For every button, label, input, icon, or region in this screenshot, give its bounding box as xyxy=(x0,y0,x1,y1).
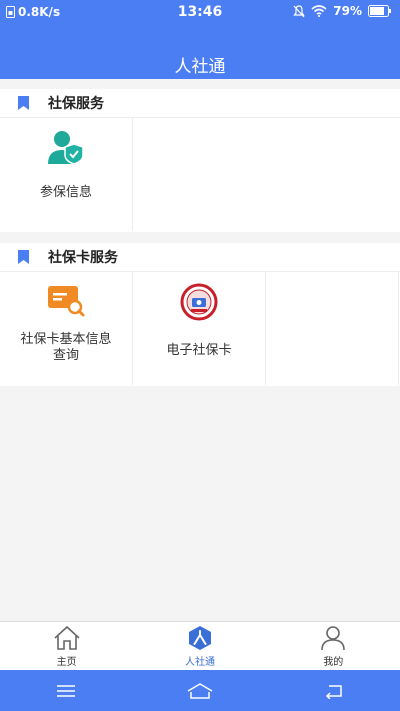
menu-icon[interactable] xyxy=(55,683,77,699)
card-search-icon xyxy=(48,286,85,317)
bottom-tab-bar: 主页 人社通 我的 xyxy=(0,621,400,670)
wifi-icon xyxy=(311,5,327,17)
people-hex-icon xyxy=(188,626,211,650)
grid-item-insurance-info[interactable]: 参保信息 xyxy=(0,118,133,231)
tab-mine[interactable]: 我的 xyxy=(267,622,400,670)
page-title: 人社通 xyxy=(174,57,226,77)
section-social-card: 社保卡服务 社保卡基本信息查询 电子社保卡 xyxy=(0,243,400,386)
grid-item-e-card[interactable]: 电子社保卡 xyxy=(133,272,266,385)
person-shield-icon xyxy=(48,131,84,165)
section-title: 社保卡服务 xyxy=(48,250,118,266)
grid-item-label: 电子社保卡 xyxy=(166,343,232,358)
user-icon xyxy=(321,626,346,651)
app-header: 0.8K/s 13:46 79% 人社通 xyxy=(0,0,400,79)
mute-bell-icon xyxy=(293,4,305,17)
status-bar: 0.8K/s 13:46 79% xyxy=(0,0,400,24)
tab-label: 主页 xyxy=(56,657,77,668)
tab-renshetong[interactable]: 人社通 xyxy=(133,622,266,670)
clock: 13:46 xyxy=(177,4,223,20)
section-header: 社保服务 xyxy=(0,89,400,118)
grid-item-label: 参保信息 xyxy=(39,185,92,200)
bookmark-icon xyxy=(18,250,29,264)
battery-icon xyxy=(368,5,391,17)
section-title: 社保服务 xyxy=(48,96,104,112)
grid-item-empty xyxy=(266,272,399,385)
back-icon[interactable] xyxy=(323,683,345,699)
home-icon xyxy=(54,625,80,650)
tab-label: 人社通 xyxy=(184,657,215,668)
home-nav-icon[interactable] xyxy=(186,682,214,700)
section-social-insurance: 社保服务 参保信息 xyxy=(0,89,400,232)
section-header: 社保卡服务 xyxy=(0,243,400,272)
grid-item-card-info-query[interactable]: 社保卡基本信息查询 xyxy=(0,272,133,385)
grid-item-label: 社保卡基本信息查询 xyxy=(20,332,112,363)
battery-percent: 79% xyxy=(333,4,362,18)
e-card-emblem-icon xyxy=(180,283,218,321)
bookmark-icon xyxy=(18,96,29,110)
system-nav-bar xyxy=(0,670,400,711)
tab-label: 我的 xyxy=(323,657,344,668)
tab-home[interactable]: 主页 xyxy=(0,622,133,670)
